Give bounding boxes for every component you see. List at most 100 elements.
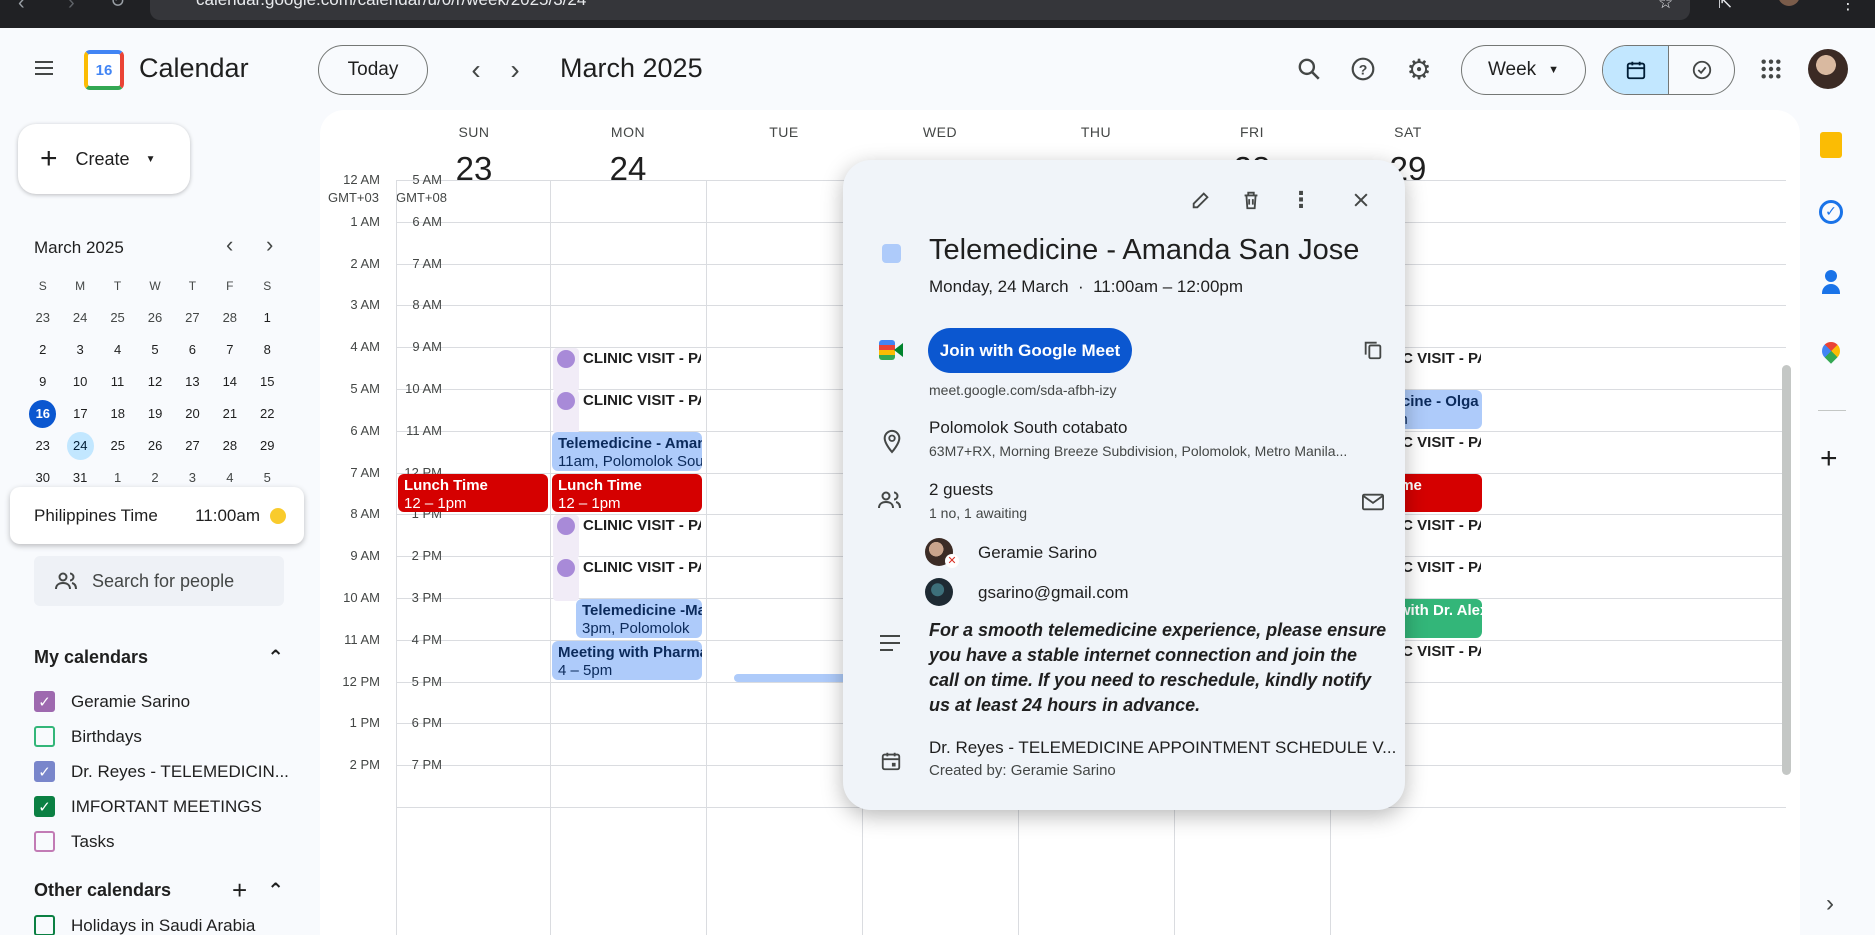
- mini-calendar-day[interactable]: 28: [211, 432, 248, 460]
- today-button[interactable]: Today: [318, 45, 428, 95]
- join-meet-button[interactable]: Join with Google Meet: [928, 328, 1132, 373]
- profile-avatar-small[interactable]: [1778, 0, 1800, 6]
- forward-icon[interactable]: ›: [68, 0, 75, 15]
- other-calendar-item[interactable]: Holidays in Saudi Arabia: [34, 915, 255, 935]
- mini-calendar-day[interactable]: 22: [249, 400, 286, 428]
- checkbox-checked[interactable]: ✓: [34, 691, 55, 712]
- mini-calendar-day[interactable]: 26: [136, 432, 173, 460]
- back-icon[interactable]: ‹: [18, 0, 25, 15]
- keep-icon[interactable]: [1820, 132, 1842, 158]
- contacts-icon[interactable]: [1822, 270, 1840, 294]
- search-icon[interactable]: [1286, 46, 1332, 92]
- day-number[interactable]: 24: [535, 150, 722, 188]
- mini-calendar-day[interactable]: 23: [24, 432, 61, 460]
- chevron-up-icon[interactable]: ⌃: [267, 645, 284, 670]
- mini-calendar-day[interactable]: 23: [24, 304, 61, 332]
- mini-calendar-day[interactable]: 19: [136, 400, 173, 428]
- mini-calendar-day[interactable]: 24: [66, 432, 94, 460]
- search-people-field[interactable]: Search for people: [34, 556, 284, 606]
- create-button[interactable]: + Create ▼: [18, 124, 190, 194]
- email-guests-icon[interactable]: [1355, 484, 1391, 520]
- mini-calendar-day[interactable]: 21: [211, 400, 248, 428]
- close-icon[interactable]: [1341, 180, 1381, 220]
- checkbox-checked[interactable]: ✓: [34, 796, 55, 817]
- telemedicine-event[interactable]: Telemedicine - Amanda11am, Polomolok Sou…: [552, 431, 702, 471]
- add-calendar-icon[interactable]: +: [232, 875, 247, 906]
- mini-calendar-day[interactable]: 10: [61, 368, 98, 396]
- bookmark-star-icon[interactable]: ☆: [1658, 0, 1673, 13]
- mini-calendar-day[interactable]: 24: [61, 304, 98, 332]
- mini-calendar-day[interactable]: 3: [61, 336, 98, 364]
- tasks-view-toggle[interactable]: [1669, 46, 1734, 94]
- mini-calendar-day[interactable]: 27: [174, 432, 211, 460]
- help-icon[interactable]: ?: [1340, 46, 1386, 92]
- my-calendar-item[interactable]: ✓ Geramie Sarino: [34, 684, 294, 719]
- mini-next-icon[interactable]: ›: [266, 232, 273, 258]
- copy-link-icon[interactable]: [1355, 332, 1391, 368]
- telemedicine-event[interactable]: Telemedicine -Mar 3pm, Polomolok: [576, 599, 702, 638]
- next-week-button[interactable]: ›: [495, 50, 535, 90]
- mini-calendar-day[interactable]: 5: [136, 336, 173, 364]
- lunch-time-event[interactable]: Lunch Time12 – 1pm: [398, 473, 548, 513]
- mini-calendar-day[interactable]: 6: [174, 336, 211, 364]
- reload-icon[interactable]: ↻: [110, 0, 125, 12]
- mini-prev-icon[interactable]: ‹: [226, 232, 233, 258]
- prev-week-button[interactable]: ‹: [456, 50, 496, 90]
- mini-calendar-day[interactable]: 26: [136, 304, 173, 332]
- checkbox-unchecked[interactable]: [34, 915, 55, 935]
- my-calendar-item[interactable]: ✓ Dr. Reyes - TELEMEDICIN...: [34, 754, 294, 789]
- view-selector-dropdown[interactable]: Week ▼: [1461, 45, 1586, 95]
- mini-calendar-day[interactable]: 18: [99, 400, 136, 428]
- my-calendar-item[interactable]: Tasks: [34, 824, 294, 859]
- checkbox-checked[interactable]: ✓: [34, 761, 55, 782]
- mini-calendar-day[interactable]: 14: [211, 368, 248, 396]
- add-addon-icon[interactable]: +: [1820, 442, 1838, 476]
- calendar-view-toggle[interactable]: [1603, 46, 1669, 94]
- expand-panel-icon[interactable]: ›: [1826, 890, 1834, 918]
- my-calendar-item[interactable]: Birthdays: [34, 719, 294, 754]
- checkbox-unchecked[interactable]: [34, 831, 55, 852]
- pharmacy-meeting-event[interactable]: Meeting with Pharmaci4 – 5pm: [552, 640, 702, 680]
- clinic-visit-event[interactable]: CLINIC VISIT - PATII: [553, 348, 701, 393]
- mini-calendar-day[interactable]: 7: [211, 336, 248, 364]
- mini-calendar-day[interactable]: 20: [174, 400, 211, 428]
- clinic-visit-event[interactable]: CLINIC VISIT - PATII: [553, 557, 701, 602]
- mini-calendar-day[interactable]: 25: [99, 432, 136, 460]
- browser-menu-icon[interactable]: ⋮: [1840, 0, 1856, 14]
- clinic-visit-event[interactable]: CLINIC VISIT - PATII: [553, 515, 701, 560]
- chevron-up-icon[interactable]: ⌃: [267, 878, 284, 903]
- mini-calendar-day[interactable]: 8: [249, 336, 286, 364]
- main-menu-icon[interactable]: [20, 44, 68, 92]
- address-bar[interactable]: calendar.google.com/calendar/u/0/r/week/…: [150, 0, 1690, 20]
- extension-icon[interactable]: ⇱: [1718, 0, 1732, 13]
- apps-grid-icon[interactable]: [1748, 46, 1794, 92]
- hidden-event[interactable]: [734, 673, 854, 682]
- more-options-icon[interactable]: ⋮: [1281, 180, 1321, 220]
- edit-pencil-icon[interactable]: [1181, 180, 1221, 220]
- my-calendar-item[interactable]: ✓ IMFORTANT MEETINGS: [34, 789, 294, 824]
- tasks-icon[interactable]: ✓: [1819, 200, 1843, 224]
- event-location[interactable]: Polomolok South cotabato: [929, 418, 1127, 438]
- account-avatar[interactable]: [1808, 49, 1848, 89]
- scrollbar[interactable]: [1782, 365, 1791, 775]
- delete-trash-icon[interactable]: [1231, 180, 1271, 220]
- mini-calendar-day[interactable]: 13: [174, 368, 211, 396]
- mini-calendar-day[interactable]: 27: [174, 304, 211, 332]
- mini-calendar-day[interactable]: 29: [249, 432, 286, 460]
- mini-calendar-day[interactable]: 15: [249, 368, 286, 396]
- mini-calendar-day[interactable]: 17: [62, 400, 99, 428]
- mini-calendar-day[interactable]: 11: [99, 368, 136, 396]
- checkbox-unchecked[interactable]: [34, 726, 55, 747]
- mini-calendar-day[interactable]: 1: [249, 304, 286, 332]
- mini-calendar-day[interactable]: 25: [99, 304, 136, 332]
- maps-icon[interactable]: [1818, 338, 1844, 364]
- mini-calendar-day[interactable]: 4: [99, 336, 136, 364]
- settings-gear-icon[interactable]: ⚙: [1396, 46, 1442, 92]
- mini-calendar-day[interactable]: 2: [24, 336, 61, 364]
- meet-link[interactable]: meet.google.com/sda-afbh-izy: [929, 382, 1117, 398]
- clinic-visit-event[interactable]: CLINIC VISIT - PATII: [553, 390, 701, 434]
- mini-calendar-day[interactable]: 12: [136, 368, 173, 396]
- lunch-time-event[interactable]: Lunch Time12 – 1pm: [552, 473, 702, 513]
- mini-calendar-day[interactable]: 16: [29, 400, 57, 428]
- mini-calendar-day[interactable]: 9: [24, 368, 61, 396]
